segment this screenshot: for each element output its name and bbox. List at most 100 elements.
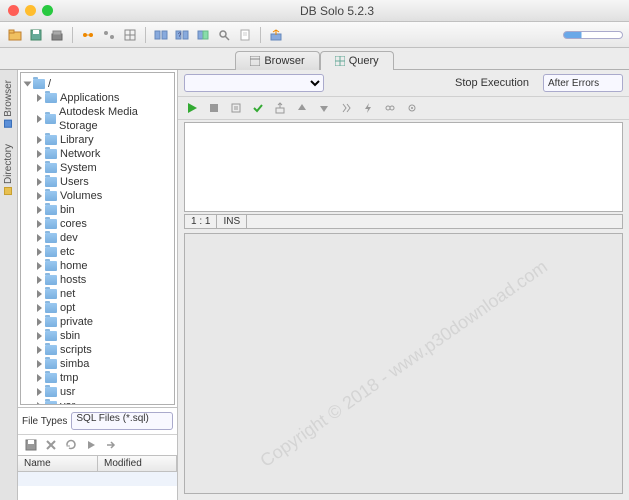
tree-item[interactable]: Volumes	[23, 189, 172, 203]
search-icon[interactable]	[215, 26, 233, 44]
file-types-select[interactable]: SQL Files (*.sql)	[71, 412, 173, 430]
connection-select[interactable]	[184, 74, 324, 92]
stop-icon[interactable]	[206, 100, 222, 116]
sync-icon[interactable]: ?	[173, 26, 191, 44]
sidetab-directory[interactable]: Directory	[2, 138, 15, 201]
disconnect-icon[interactable]	[100, 26, 118, 44]
save-icon[interactable]	[27, 26, 45, 44]
chevron-right-icon	[37, 94, 42, 102]
tree-item[interactable]: simba	[23, 357, 172, 371]
save-file-icon[interactable]	[24, 438, 38, 452]
tree-item[interactable]: dev	[23, 231, 172, 245]
tree-item[interactable]: net	[23, 287, 172, 301]
tree-item[interactable]: hosts	[23, 273, 172, 287]
tree-item-label: Volumes	[60, 189, 102, 203]
tree-item[interactable]: bin	[23, 203, 172, 217]
view-tabs: Browser Query	[0, 48, 629, 70]
chevron-right-icon	[37, 206, 42, 214]
folder-icon	[45, 373, 57, 383]
diff-icon[interactable]	[194, 26, 212, 44]
after-errors-select[interactable]: After Errors	[543, 74, 623, 92]
export-results-icon[interactable]	[272, 100, 288, 116]
chevron-right-icon	[37, 192, 42, 200]
open-file-icon[interactable]	[6, 26, 24, 44]
chevron-right-icon	[37, 388, 42, 396]
grid-icon[interactable]	[121, 26, 139, 44]
connect-icon[interactable]	[79, 26, 97, 44]
tree-item[interactable]: Network	[23, 147, 172, 161]
after-errors-value: After Errors	[548, 78, 599, 89]
stack-icon[interactable]	[48, 26, 66, 44]
tree-item[interactable]: Library	[23, 133, 172, 147]
chevron-right-icon	[37, 164, 42, 172]
folder-icon	[45, 163, 57, 173]
execute-icon[interactable]	[184, 100, 200, 116]
tree-item[interactable]: System	[23, 161, 172, 175]
folder-icon	[45, 401, 57, 405]
close-window-button[interactable]	[8, 5, 19, 16]
folder-icon	[45, 114, 56, 124]
tree-item[interactable]: Autodesk Media Storage	[23, 105, 172, 133]
folder-icon	[45, 191, 57, 201]
settings-icon[interactable]	[404, 100, 420, 116]
tree-item[interactable]: private	[23, 315, 172, 329]
tree-item[interactable]: var	[23, 399, 172, 405]
folder-icon	[45, 345, 57, 355]
tree-item[interactable]: opt	[23, 301, 172, 315]
commit-icon[interactable]	[250, 100, 266, 116]
table-row[interactable]	[18, 486, 177, 500]
export-icon[interactable]	[267, 26, 285, 44]
chevron-down-icon	[24, 82, 32, 87]
col-name[interactable]: Name	[18, 456, 98, 471]
reload-icon[interactable]	[64, 438, 78, 452]
tree-item-label: Autodesk Media Storage	[59, 105, 170, 133]
chevron-right-icon	[37, 374, 42, 382]
delete-file-icon[interactable]	[44, 438, 58, 452]
tab-query[interactable]: Query	[320, 51, 394, 70]
main-toolbar: ?	[0, 22, 629, 48]
chevron-right-icon	[37, 304, 42, 312]
tree-item-label: simba	[60, 357, 89, 371]
tree-item-label: var	[60, 399, 75, 405]
tree-item[interactable]: etc	[23, 245, 172, 259]
tree-item[interactable]: cores	[23, 217, 172, 231]
tree-item[interactable]: home	[23, 259, 172, 273]
tree-item[interactable]: sbin	[23, 329, 172, 343]
tree-item-label: Users	[60, 175, 89, 189]
tab-browser[interactable]: Browser	[235, 51, 319, 70]
bolt-icon[interactable]	[360, 100, 376, 116]
sidetab-browser[interactable]: Browser	[2, 74, 15, 134]
run-icon[interactable]	[84, 438, 98, 452]
table-row[interactable]	[18, 472, 177, 486]
document-icon[interactable]	[236, 26, 254, 44]
col-modified[interactable]: Modified	[98, 456, 177, 471]
up-icon[interactable]	[294, 100, 310, 116]
tree-item[interactable]: tmp	[23, 371, 172, 385]
tree-item[interactable]: scripts	[23, 343, 172, 357]
chevron-right-icon	[37, 290, 42, 298]
sql-editor[interactable]	[184, 122, 623, 212]
format-icon[interactable]	[338, 100, 354, 116]
minimize-window-button[interactable]	[25, 5, 36, 16]
folder-icon	[45, 359, 57, 369]
directory-icon	[5, 187, 13, 195]
chevron-right-icon	[37, 402, 42, 405]
folder-icon	[45, 93, 57, 103]
tree-item-label: Applications	[60, 91, 119, 105]
stop-execution-button[interactable]: Stop Execution	[447, 75, 537, 91]
file-types-label: File Types	[22, 416, 67, 427]
tree-item[interactable]: Users	[23, 175, 172, 189]
tree-item-label: opt	[60, 301, 75, 315]
down-icon[interactable]	[316, 100, 332, 116]
link-icon[interactable]	[382, 100, 398, 116]
folder-icon	[45, 317, 57, 327]
goto-icon[interactable]	[104, 438, 118, 452]
tree-item[interactable]: usr	[23, 385, 172, 399]
compare-icon[interactable]	[152, 26, 170, 44]
tree-root[interactable]: /	[23, 77, 172, 91]
zoom-window-button[interactable]	[42, 5, 53, 16]
directory-tree[interactable]: / ApplicationsAutodesk Media StorageLibr…	[20, 72, 175, 405]
explain-icon[interactable]	[228, 100, 244, 116]
tree-item[interactable]: Applications	[23, 91, 172, 105]
chevron-right-icon	[37, 360, 42, 368]
